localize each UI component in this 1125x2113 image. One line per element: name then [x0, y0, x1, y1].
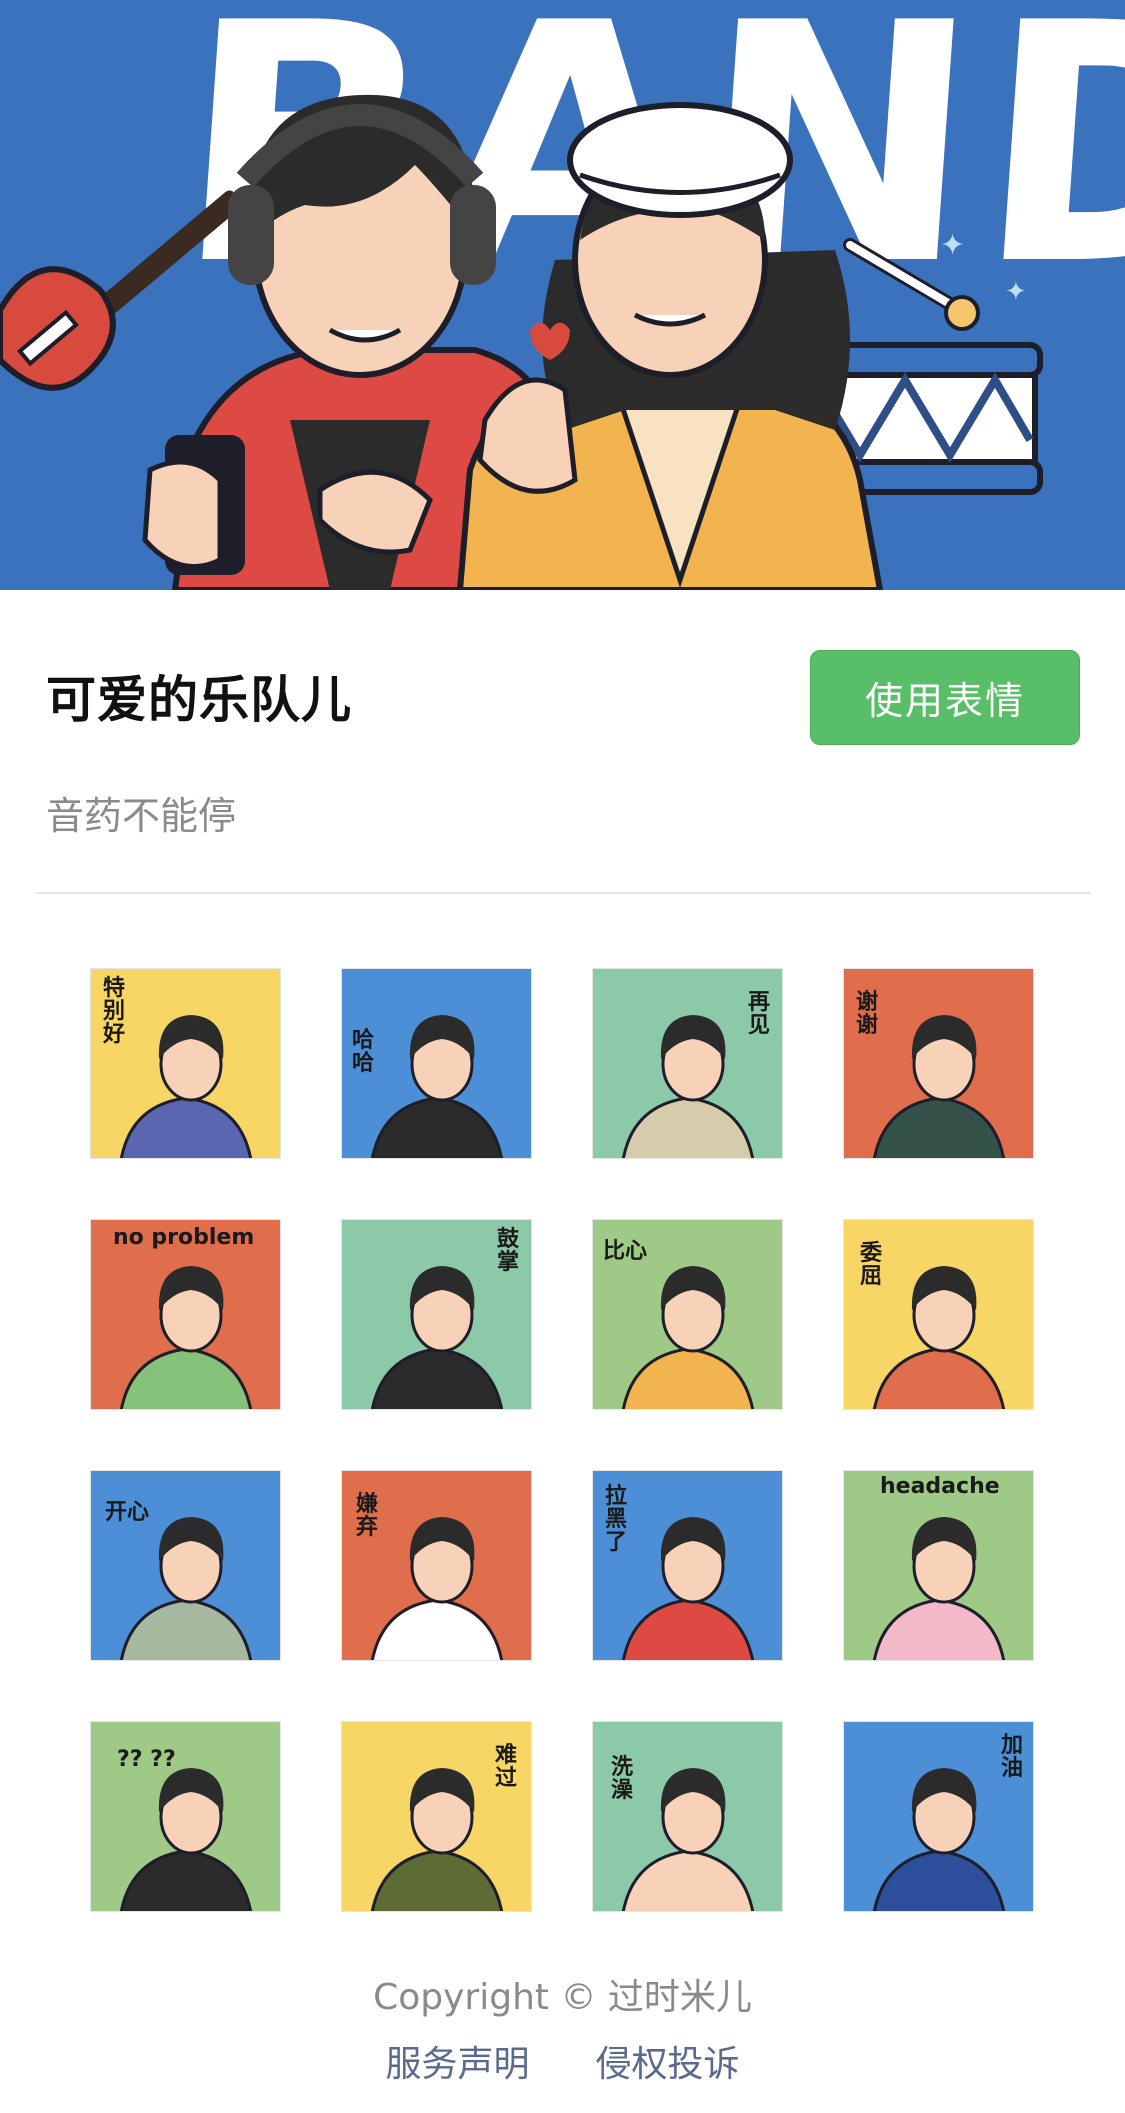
copyright-text: Copyright © 过时米儿: [373, 1977, 752, 2018]
sticker-caption: 鼓 掌: [496, 1227, 519, 1276]
sticker-item[interactable]: 委 屈: [843, 1219, 1034, 1410]
sticker-caption: 加 油: [1000, 1733, 1023, 1782]
pack-title: 可爱的乐队儿: [46, 671, 352, 729]
pack-subtitle: 音药不能停: [46, 794, 237, 838]
sticker-item[interactable]: 特 别 好: [90, 968, 281, 1159]
sticker-character-illustration: [621, 1768, 755, 1911]
sticker-item[interactable]: 谢 谢: [843, 968, 1034, 1159]
sticker-caption: 哈 哈: [352, 1028, 375, 1077]
sticker-caption: 比心: [603, 1239, 648, 1264]
sticker-item[interactable]: 再 见: [592, 968, 783, 1159]
banner-illustration: ✦ ✦ ✦: [0, 94, 1043, 590]
sticker-grid: 特 别 好哈 哈 再 见 谢 谢 no problem 鼓 掌 比心 委 屈开心 嫌 弃 拉 黑…: [90, 968, 1034, 1912]
sticker-caption: 拉 黑 了: [605, 1484, 628, 1556]
sticker-item[interactable]: 鼓 掌: [341, 1219, 532, 1410]
sticker-caption: 开心: [105, 1500, 150, 1525]
use-stickers-button[interactable]: 使用表情: [810, 650, 1080, 745]
infringement-report-link[interactable]: 侵权投诉: [596, 2035, 740, 2087]
sticker-item[interactable]: ?? ??: [90, 1721, 281, 1912]
svg-text:✦: ✦: [940, 228, 965, 263]
sticker-caption: ?? ??: [117, 1747, 176, 1772]
sticker-item[interactable]: headache: [843, 1470, 1034, 1661]
sticker-caption: no problem: [113, 1225, 255, 1250]
footer-links: 服务声明 侵权投诉: [0, 2035, 1125, 2087]
sticker-item[interactable]: 洗 澡: [592, 1721, 783, 1912]
sticker-caption: 特 别 好: [103, 976, 126, 1048]
sticker-item[interactable]: 开心: [90, 1470, 281, 1661]
sticker-caption: 嫌 弃: [356, 1492, 379, 1541]
service-statement-link[interactable]: 服务声明: [385, 2035, 529, 2087]
section-divider: [36, 892, 1091, 894]
pack-banner: BAND ✦ ✦ ✦: [0, 0, 1125, 590]
sticker-caption: 再 见: [747, 990, 770, 1039]
sticker-caption: 谢 谢: [856, 990, 879, 1039]
sticker-item[interactable]: 比心: [592, 1219, 783, 1410]
sticker-caption: 委 屈: [860, 1241, 883, 1290]
svg-text:✦: ✦: [1005, 277, 1027, 307]
sticker-pack-page: BAND ✦ ✦ ✦: [0, 0, 1125, 2113]
sticker-character-illustration: [872, 1517, 1006, 1660]
sticker-item[interactable]: 难 过: [341, 1721, 532, 1912]
sticker-caption: headache: [880, 1474, 1000, 1499]
sticker-item[interactable]: 拉 黑 了: [592, 1470, 783, 1661]
singer-right-illustration: [456, 102, 884, 590]
sticker-caption: 难 过: [494, 1743, 517, 1792]
guitar-illustration: [0, 190, 242, 391]
sticker-item[interactable]: 嫌 弃: [341, 1470, 532, 1661]
sticker-item[interactable]: 加 油: [843, 1721, 1034, 1912]
sticker-item[interactable]: no problem: [90, 1219, 281, 1410]
sticker-caption: 洗 澡: [611, 1755, 634, 1804]
sticker-item[interactable]: 哈 哈: [341, 968, 532, 1159]
